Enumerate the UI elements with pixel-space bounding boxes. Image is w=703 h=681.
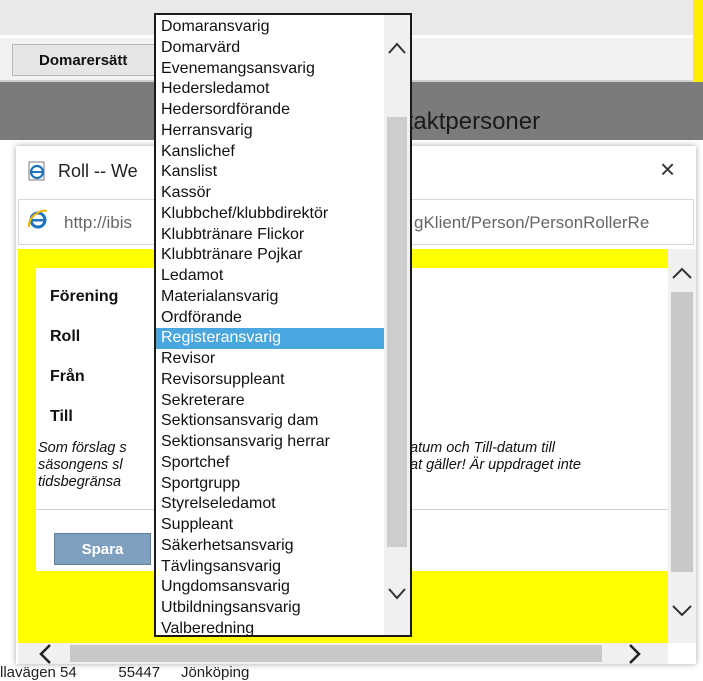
label-roll: Roll bbox=[50, 328, 81, 345]
dropdown-option[interactable]: Klubbchef/klubbdirektör bbox=[156, 204, 386, 225]
dropdown-option[interactable]: Sektionsansvarig dam bbox=[156, 411, 386, 432]
dropdown-option[interactable]: Utbildningsansvarig bbox=[156, 598, 386, 619]
horizontal-scroll-thumb[interactable] bbox=[70, 645, 602, 662]
dropdown-option[interactable]: Säkerhetsansvarig bbox=[156, 536, 386, 557]
dropdown-option[interactable]: Revisor bbox=[156, 349, 386, 370]
dropdown-option[interactable]: Evenemangsansvarig bbox=[156, 59, 386, 80]
dropdown-option[interactable]: Materialansvarig bbox=[156, 287, 386, 308]
dropdown-option[interactable]: Styrelseledamot bbox=[156, 494, 386, 515]
dropdown-option[interactable]: Domaransvarig bbox=[156, 17, 386, 38]
dropdown-option[interactable]: Ordförande bbox=[156, 308, 386, 329]
address-url-right: gKlient/Person/PersonRollerRe bbox=[414, 213, 650, 232]
dropdown-option[interactable]: Kanslichef bbox=[156, 142, 386, 163]
note-text-right: atum och Till-datum till at gäller! Är u… bbox=[410, 440, 581, 473]
note-text-left: Som förslag s säsongens sl tidsbegränsa bbox=[38, 440, 127, 490]
dropdown-option[interactable]: Sportchef bbox=[156, 453, 386, 474]
dropdown-option[interactable]: Sektionsansvarig herrar bbox=[156, 432, 386, 453]
dropdown-option[interactable]: Valberedning bbox=[156, 619, 386, 640]
label-till: Till bbox=[50, 408, 73, 425]
dropdown-option[interactable]: Klubbtränare Pojkar bbox=[156, 245, 386, 266]
window-icon bbox=[26, 160, 48, 182]
vertical-scroll-thumb[interactable] bbox=[671, 292, 693, 572]
chevron-down-icon[interactable] bbox=[670, 602, 694, 625]
save-button[interactable]: Spara bbox=[54, 533, 151, 565]
popup-title: Roll -- We bbox=[58, 161, 138, 181]
address-url-left: http://ibis bbox=[64, 213, 133, 232]
dropdown-option[interactable]: Sportgrupp bbox=[156, 474, 386, 495]
dropdown-option[interactable]: Revisorsuppleant bbox=[156, 370, 386, 391]
dropdown-option[interactable]: Klubbtränare Flickor bbox=[156, 225, 386, 246]
dropdown-option[interactable]: Hedersledamot bbox=[156, 79, 386, 100]
role-option-list[interactable]: Domaransvarig Domarvärd Evenemangsansvarig… bbox=[156, 17, 386, 640]
chevron-down-icon[interactable] bbox=[386, 586, 408, 607]
dropdown-scroll-thumb[interactable] bbox=[387, 117, 407, 547]
close-icon[interactable]: × bbox=[660, 154, 675, 184]
chevron-up-icon[interactable] bbox=[670, 264, 694, 287]
chevron-left-icon[interactable] bbox=[36, 643, 54, 670]
dropdown-option[interactable]: Herransvarig bbox=[156, 121, 386, 142]
dropdown-option[interactable]: Tävlingsansvarig bbox=[156, 557, 386, 578]
chevron-up-icon[interactable] bbox=[386, 40, 408, 61]
dropdown-option[interactable]: Kanslist bbox=[156, 162, 386, 183]
dropdown-option[interactable]: Kassör bbox=[156, 183, 386, 204]
dropdown-option[interactable]: Registeransvarig bbox=[156, 328, 386, 349]
background-yellow-edge bbox=[693, 0, 703, 82]
label-fran: Från bbox=[50, 368, 85, 385]
dropdown-option[interactable]: Ledamot bbox=[156, 266, 386, 287]
ie-logo-icon bbox=[26, 207, 50, 231]
background-address-text: llavägen 54 55447 Jönköping bbox=[0, 664, 250, 681]
dropdown-option[interactable]: Ungdomsansvarig bbox=[156, 577, 386, 598]
dropdown-option[interactable]: Suppleant bbox=[156, 515, 386, 536]
label-forening: Förening bbox=[50, 288, 119, 305]
dropdown-option[interactable]: Sekreterare bbox=[156, 391, 386, 412]
dropdown-option[interactable]: Domarvärd bbox=[156, 38, 386, 59]
chevron-right-icon[interactable] bbox=[626, 643, 644, 670]
dropdown-option[interactable]: Hedersordförande bbox=[156, 100, 386, 121]
